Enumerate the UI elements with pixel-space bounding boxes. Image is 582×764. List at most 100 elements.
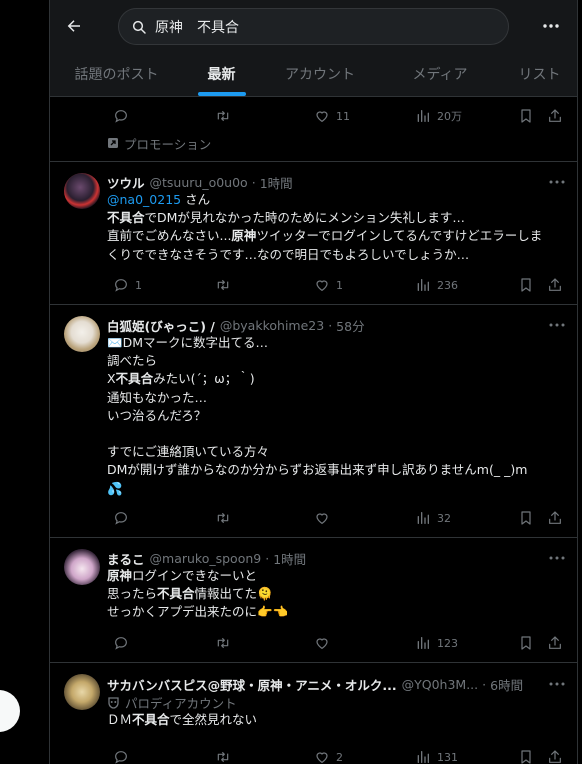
post-meta: 白狐姫(びゃっこ) / @byakkohime23 · 58分	[107, 316, 365, 335]
views-button[interactable]: 32	[409, 510, 451, 526]
floating-button[interactable]	[0, 690, 20, 732]
post-tsuuru[interactable]: ツウル @tsuuru_o0u0o · 1時間 @na0_0215 さん 不具合…	[50, 162, 577, 305]
retweet-button[interactable]	[208, 749, 232, 764]
search-more-button[interactable]	[537, 12, 565, 40]
post-more-button[interactable]	[545, 173, 569, 191]
post-more-button[interactable]	[545, 316, 569, 334]
back-button[interactable]	[60, 12, 88, 40]
share-button[interactable]	[541, 510, 563, 526]
reply-button[interactable]: 1	[107, 277, 142, 293]
reply-button[interactable]	[107, 749, 129, 764]
like-count: 11	[336, 109, 350, 123]
post-actions: 32	[107, 508, 567, 528]
timestamp[interactable]: 6時間	[490, 675, 523, 694]
views-button[interactable]: 123	[409, 635, 458, 651]
post-more-button[interactable]	[545, 675, 569, 693]
retweet-button[interactable]	[208, 277, 232, 293]
bookmark-button[interactable]	[513, 108, 533, 124]
post-text: 不具合でDMが見れなかった時のためにメンション失礼します… 直前でごめんなさい.…	[107, 209, 567, 264]
post-sakabanbasupisu[interactable]: サカバンバスピス@野球・原神・アニメ・オルク... @YQ0h3M... · 6…	[50, 663, 577, 764]
text-segment: DMが開けず誰からなのか分からずお返事出来ず申し訳ありませんm(_ _)m	[107, 462, 528, 478]
post-more-button[interactable]	[545, 549, 569, 567]
share-button[interactable]	[541, 108, 563, 124]
promoted-badge: プロモーション	[107, 134, 567, 152]
like-button[interactable]	[308, 510, 330, 526]
share-button[interactable]	[541, 749, 563, 764]
text-segment: 思ったら	[107, 586, 158, 602]
text-segment: すでにご連絡頂いている方々	[107, 444, 270, 460]
timestamp[interactable]: 1時間	[260, 173, 293, 192]
bookmark-button[interactable]	[513, 277, 533, 293]
promoted-post[interactable]: 11 20万 プロモーション	[50, 97, 577, 162]
display-name[interactable]: まるこ	[107, 549, 145, 568]
avatar[interactable]	[64, 549, 100, 585]
views-icon	[415, 277, 431, 293]
post-actions: 123	[107, 633, 567, 653]
post-maruko[interactable]: まるこ @maruko_spoon9 · 1時間 原神ログインできなーいと 思っ…	[50, 538, 577, 663]
bookmark-button[interactable]	[513, 635, 533, 651]
post-text: ✉️DMマークに数字出てる… 調べたら X不具合みたい(´；ω；｀) 通知もなか…	[107, 334, 567, 498]
tab-accounts[interactable]: アカウント	[260, 52, 380, 96]
post-meta: まるこ @maruko_spoon9 · 1時間	[107, 549, 307, 568]
retweet-button[interactable]	[208, 510, 232, 526]
like-count: 2	[336, 750, 343, 764]
parody-badge: パロディアカウント	[107, 693, 567, 711]
text-segment	[107, 426, 111, 441]
retweet-button[interactable]	[208, 108, 232, 124]
search-highlight: 不具合	[132, 712, 170, 727]
reply-button[interactable]	[107, 635, 129, 651]
like-button[interactable]: 2	[308, 749, 343, 764]
handle[interactable]: @tsuuru_o0u0o	[150, 175, 248, 190]
tab-latest[interactable]: 最新	[183, 52, 260, 96]
display-name[interactable]: ツウル	[107, 173, 145, 192]
display-name[interactable]: サカバンバスピス@野球・原神・アニメ・オルク...	[107, 675, 397, 694]
share-icon	[547, 749, 563, 764]
avatar[interactable]	[64, 674, 100, 710]
bookmark-button[interactable]	[513, 749, 533, 764]
timestamp[interactable]: 58分	[336, 316, 364, 335]
tab-top[interactable]: 話題のポスト	[50, 52, 183, 96]
handle[interactable]: @byakkohime23	[220, 318, 324, 333]
post-actions: 1 1 236	[107, 275, 567, 295]
avatar[interactable]	[64, 316, 100, 352]
like-count: 1	[336, 278, 343, 292]
views-count: 123	[437, 636, 458, 650]
views-button[interactable]: 20万	[409, 108, 462, 124]
text-segment: で全然見れない	[169, 712, 258, 727]
search-header: 原神 不具合 話題のポスト 最新 アカウント メディア リスト	[50, 0, 577, 97]
like-icon	[314, 635, 330, 651]
share-icon	[547, 510, 563, 526]
search-input[interactable]: 原神 不具合	[118, 8, 509, 45]
tab-media[interactable]: メディア	[380, 52, 500, 96]
like-button[interactable]: 1	[308, 277, 343, 293]
handle[interactable]: @YQ0h3M...	[402, 677, 479, 692]
retweet-button[interactable]	[208, 635, 232, 651]
display-name[interactable]: 白狐姫(びゃっこ) /	[107, 316, 215, 335]
text-segment: くりでできなさそうです…なので明日でもよろしいでしょうか…	[107, 246, 470, 262]
more-horizontal-icon	[549, 323, 565, 327]
post-byakkohime[interactable]: 白狐姫(びゃっこ) / @byakkohime23 · 58分 ✉️DMマークに…	[50, 305, 577, 538]
avatar[interactable]	[64, 173, 100, 209]
more-horizontal-icon	[549, 180, 565, 184]
bookmark-button[interactable]	[513, 510, 533, 526]
views-button[interactable]: 236	[409, 277, 458, 293]
search-highlight: 不具合	[157, 586, 195, 602]
more-horizontal-icon	[549, 682, 565, 686]
retweet-icon	[214, 749, 232, 764]
share-button[interactable]	[541, 277, 563, 293]
retweet-icon	[214, 108, 232, 124]
like-button[interactable]: 11	[308, 108, 350, 124]
tab-lists[interactable]: リスト	[500, 52, 577, 96]
timestamp[interactable]: 1時間	[273, 549, 306, 568]
reply-button[interactable]	[107, 108, 129, 124]
mention-link[interactable]: @na0_0215	[107, 192, 181, 207]
share-button[interactable]	[541, 635, 563, 651]
mask-icon	[108, 696, 119, 709]
handle[interactable]: @maruko_spoon9	[150, 551, 262, 566]
search-highlight: 原神	[107, 568, 133, 583]
text-segment: せっかくアプデ出来たのに👉👈	[107, 604, 289, 620]
text-segment: いつ治るんだろ？	[107, 407, 207, 423]
views-button[interactable]: 131	[409, 749, 458, 764]
reply-button[interactable]	[107, 510, 129, 526]
like-button[interactable]	[308, 635, 330, 651]
